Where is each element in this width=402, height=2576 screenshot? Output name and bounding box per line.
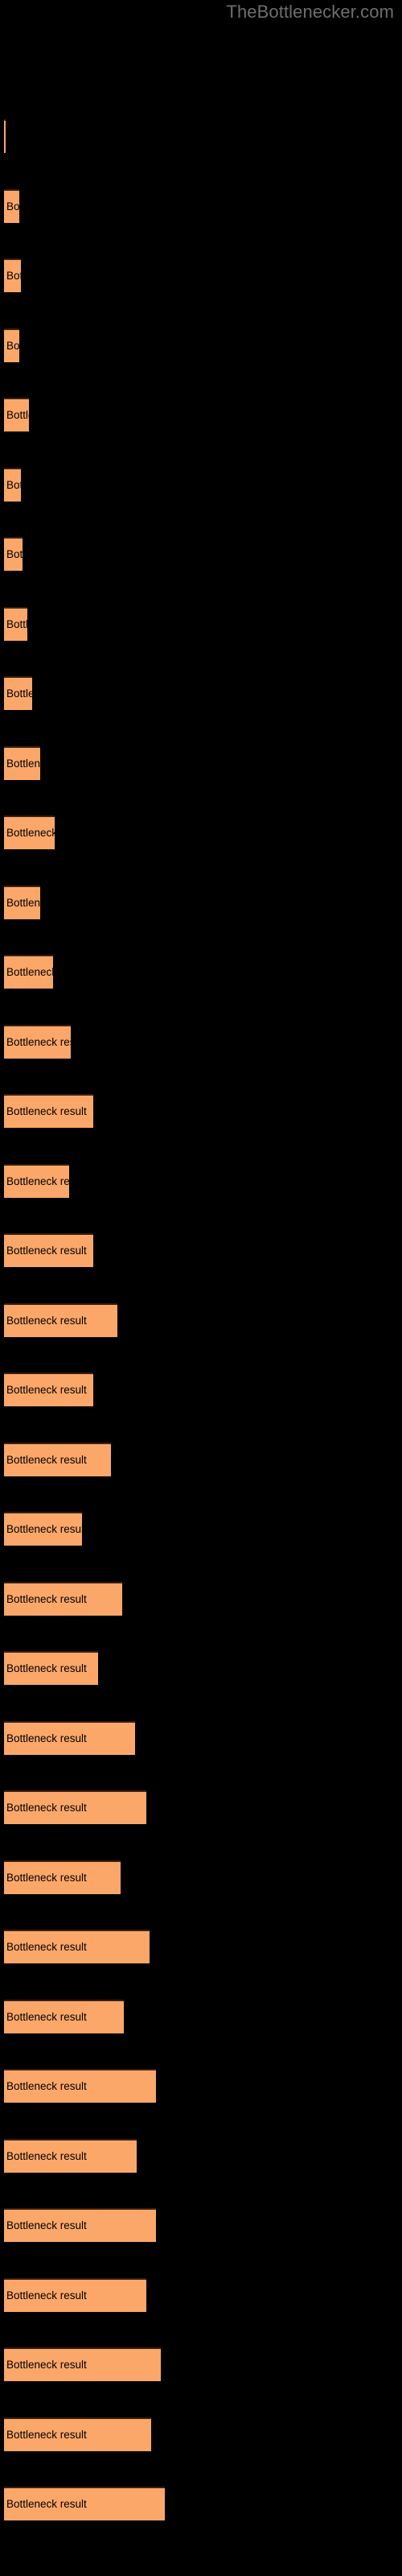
- bar-label: Bottleneck result: [6, 270, 21, 282]
- bar-label: Bottleneck result: [6, 2498, 87, 2510]
- bar-label: Bottleneck result: [6, 1941, 87, 1953]
- bar-label: Bottleneck result: [6, 1802, 87, 1814]
- bar: Bottleneck result: [4, 815, 55, 849]
- bar: Bottleneck result: [4, 1233, 93, 1267]
- bar-label: Bottleneck result: [6, 1245, 87, 1257]
- bar-label: Bottleneck result: [6, 2149, 87, 2162]
- bar: Bottleneck result: [4, 1512, 82, 1546]
- bar-label: Bottleneck result: [6, 1035, 71, 1048]
- bar-label: Bottleneck result: [6, 966, 53, 978]
- bar-label: Bottleneck result: [6, 827, 55, 839]
- bar: Bottleneck result: [4, 1302, 117, 1337]
- bar: Bottleneck result: [4, 1163, 69, 1198]
- chart-canvas: TheBottlenecker.com Bottleneck resultBot…: [0, 0, 402, 2576]
- bar-label: Bottleneck result: [6, 200, 19, 213]
- bar: Bottleneck result: [4, 188, 19, 223]
- bar-label: Bottleneck result: [6, 409, 29, 421]
- bar-label: Bottleneck result: [6, 617, 27, 630]
- bar-label: Bottleneck result: [6, 2428, 87, 2441]
- bar: Bottleneck result: [4, 2347, 161, 2381]
- bar-label: Bottleneck result: [6, 1105, 87, 1117]
- bar-label: Bottleneck result: [6, 2289, 87, 2301]
- bar-label: Bottleneck result: [6, 1592, 87, 1605]
- bar-series: Bottleneck result Bottleneck result Bottle…: [0, 0, 402, 2576]
- bar-label: Bottleneck result: [6, 2219, 87, 2231]
- bar-label: Bottleneck result: [6, 1174, 69, 1187]
- bar-label: Bottleneck result: [6, 339, 19, 352]
- bar: Bottleneck result: [4, 1651, 98, 1685]
- bar: Bottleneck result: [4, 1024, 71, 1059]
- bar: Bottleneck result: [4, 1094, 93, 1128]
- bar: Bottleneck result: [4, 1860, 121, 1894]
- bar: Bottleneck result: [4, 398, 29, 431]
- bar: Bottleneck result: [4, 2417, 151, 2451]
- bar-label: Bottleneck result: [6, 1314, 87, 1327]
- bar: Bottleneck result: [4, 2208, 156, 2242]
- bar-label: Bottleneck result: [6, 896, 40, 909]
- bar: Bottleneck result: [4, 1999, 124, 2033]
- bar-label: Bottleneck result: [6, 687, 32, 700]
- bar: Bottleneck result: [4, 2138, 137, 2173]
- bar: Bottleneck result: [4, 467, 21, 502]
- bar-label: Bottleneck result: [6, 2359, 87, 2371]
- bar: Bottleneck result: [4, 1790, 146, 1824]
- bar: Bottleneck result: [4, 2277, 146, 2312]
- bar-label: Bottleneck result: [6, 1662, 87, 1674]
- bar: Bottleneck result: [4, 2069, 156, 2103]
- bar: Bottleneck result: [4, 606, 27, 641]
- bar-label: Bottleneck result: [6, 2010, 87, 2023]
- bar-label: Bottleneck result: [6, 1871, 87, 1884]
- bar-label: Bottleneck result: [6, 1732, 87, 1744]
- bar: Bottleneck result: [4, 1373, 93, 1406]
- bar: Bottleneck result: [4, 745, 40, 780]
- bar-label: Bottleneck result: [6, 1523, 82, 1535]
- bar: Bottleneck result: [4, 955, 53, 989]
- bar: Bottleneck result: [4, 537, 23, 571]
- bar: Bottleneck result: [4, 328, 19, 362]
- bar: Bottleneck result: [4, 119, 6, 153]
- bar-label: Bottleneck result: [6, 2080, 87, 2092]
- bar-label: Bottleneck result: [6, 757, 40, 770]
- bar-label: Bottleneck result: [6, 1384, 87, 1396]
- bar-label: Bottleneck result: [6, 1453, 87, 1466]
- bar: Bottleneck result: [4, 2487, 165, 2520]
- bar: Bottleneck result: [4, 1930, 150, 1963]
- bar-label: Bottleneck result: [6, 478, 21, 491]
- bar: Bottleneck result: [4, 676, 32, 710]
- bar-label: Bottleneck result: [6, 548, 23, 560]
- bar: Bottleneck result: [4, 1720, 135, 1755]
- bar: Bottleneck result: [4, 885, 40, 919]
- bar: Bottleneck result: [4, 1442, 111, 1476]
- bar: Bottleneck result: [4, 1581, 122, 1616]
- bar: Bottleneck result: [4, 258, 21, 292]
